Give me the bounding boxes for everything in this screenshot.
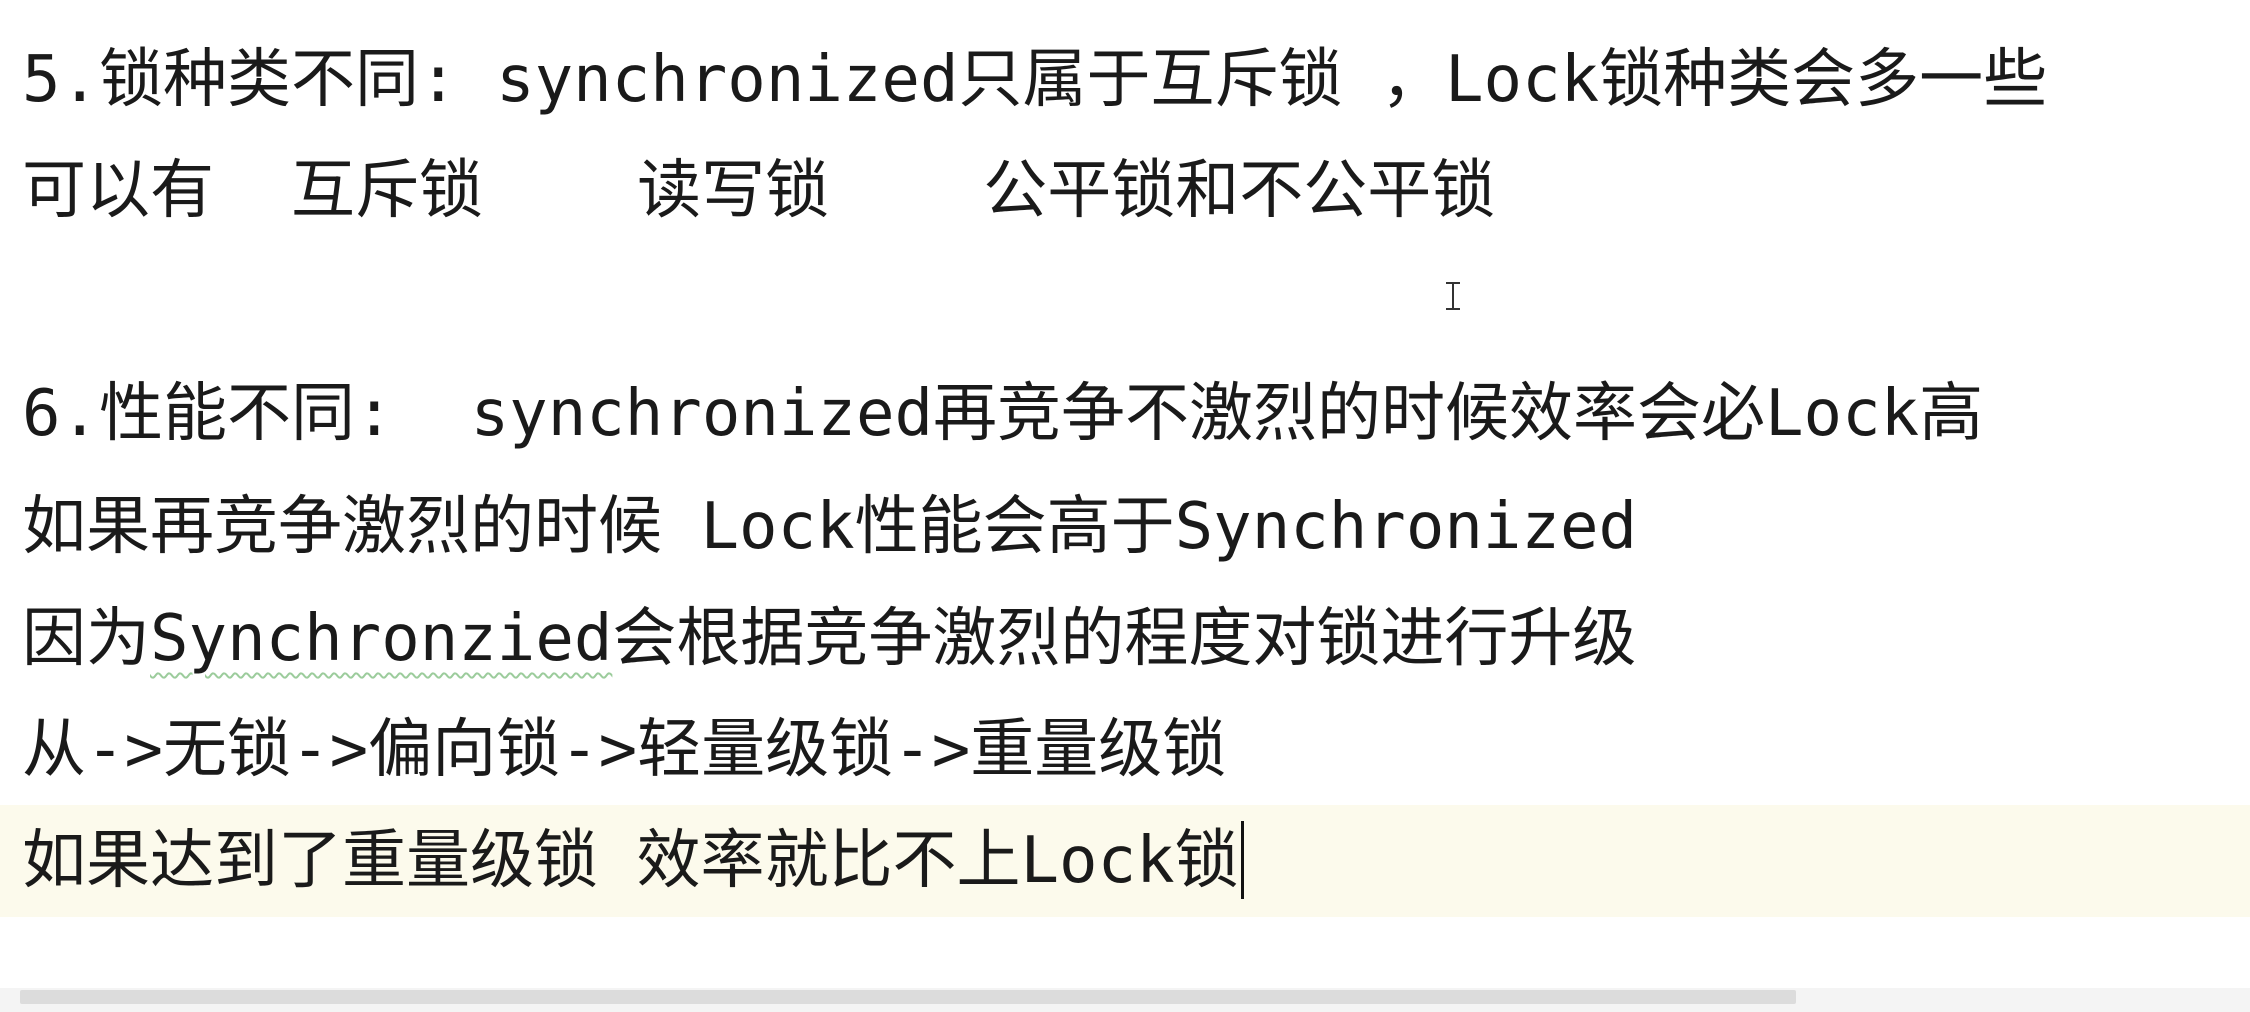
text-caret (1240, 821, 1244, 900)
current-line-text: 如果达到了重量级锁 效率就比不上Lock锁 (22, 824, 1239, 898)
line-6-suffix: 会根据竞争激烈的程度对锁进行升级 (612, 602, 1637, 676)
editor-line-7[interactable]: 从->无锁->偏向锁->轻量级锁->重量级锁 (0, 694, 2250, 806)
line-6-prefix: 因为 (22, 602, 150, 676)
editor-line-4[interactable]: 6.性能不同: synchronized再竞争不激烈的时候效率会必Lock高 (0, 358, 2250, 470)
ibeam-cursor-icon (1446, 282, 1460, 310)
editor-line-1[interactable]: 5.锁种类不同: synchronized只属于互斥锁 ，Lock锁种类会多一些 (0, 24, 2250, 136)
editor-line-5[interactable]: 如果再竞争激烈的时候 Lock性能会高于Synchronized (0, 471, 2250, 583)
editor-line-8-current[interactable]: 如果达到了重量级锁 效率就比不上Lock锁 (0, 805, 2250, 917)
spellcheck-warning-word[interactable]: Synchronzied (150, 602, 612, 676)
text-editor[interactable]: 5.锁种类不同: synchronized只属于互斥锁 ，Lock锁种类会多一些… (0, 0, 2250, 1012)
horizontal-scrollbar-thumb[interactable] (20, 990, 1796, 1004)
editor-line-3-empty[interactable] (0, 246, 2250, 358)
editor-line-6[interactable]: 因为Synchronzied会根据竞争激烈的程度对锁进行升级 (0, 583, 2250, 695)
editor-line-2[interactable]: 可以有 互斥锁 读写锁 公平锁和不公平锁 (0, 135, 2250, 247)
